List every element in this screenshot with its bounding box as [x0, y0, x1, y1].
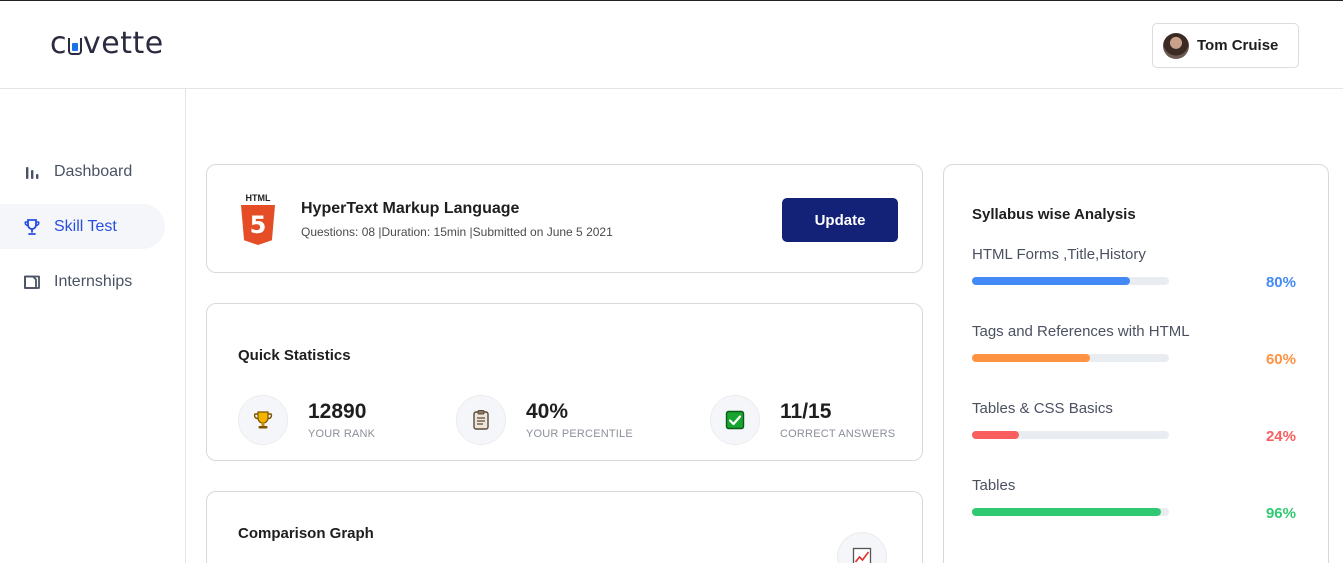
sidebar-item-dashboard[interactable]: Dashboard	[0, 149, 165, 194]
check-box-icon	[710, 395, 760, 445]
trophy-icon	[22, 217, 42, 237]
sidebar-item-skill-test[interactable]: Skill Test	[0, 204, 165, 249]
clipboard-icon	[456, 395, 506, 445]
syllabus-item-label: Tags and References with HTML	[972, 323, 1190, 340]
syllabus-item-percent: 60%	[1265, 351, 1296, 368]
stat-value: 40%	[526, 400, 569, 423]
logo-cup-icon	[68, 38, 82, 55]
sidebar: Dashboard Skill Test Internships	[0, 89, 186, 563]
html5-icon: HTML 5	[239, 193, 277, 245]
logo-text-end: vette	[83, 26, 164, 61]
syllabus-item-label: Tables	[972, 477, 1016, 494]
update-button[interactable]: Update	[782, 198, 898, 242]
stat-label: YOUR PERCENTILE	[526, 428, 633, 440]
test-title: HyperText Markup Language	[301, 200, 520, 217]
skill-test-card: HTML 5 HyperText Markup Language Questio…	[206, 164, 923, 273]
progress-fill	[972, 354, 1091, 362]
progress-track	[972, 277, 1169, 285]
stat-percentile: 40% YOUR PERCENTILE	[456, 395, 633, 445]
cuvette-logo[interactable]: c vette	[50, 26, 164, 61]
syllabus-item-label: HTML Forms ,Title,History	[972, 246, 1146, 263]
stat-value: 11/15	[780, 400, 832, 423]
stat-rank: 12890 YOUR RANK	[238, 395, 375, 445]
quick-statistics-card: Quick Statistics 12890 YOUR RANK 40% YOU…	[206, 303, 923, 461]
syllabus-item-percent: 96%	[1265, 505, 1296, 522]
syllabus-item: Tables & CSS Basics 24%	[972, 400, 1302, 445]
syllabus-item-percent: 80%	[1265, 274, 1296, 291]
syllabus-item-label: Tables & CSS Basics	[972, 400, 1113, 417]
progress-track	[972, 508, 1169, 516]
stat-correct-answers: 11/15 CORRECT ANSWERS	[710, 395, 895, 445]
syllabus-item-percent: 24%	[1265, 428, 1296, 445]
stat-label: CORRECT ANSWERS	[780, 428, 896, 440]
app-header: c vette Tom Cruise	[0, 1, 1343, 89]
test-meta: Questions: 08 |Duration: 15min |Submitte…	[301, 225, 613, 239]
chart-icon	[837, 532, 887, 563]
comparison-graph-card: Comparison Graph	[206, 491, 923, 563]
folder-icon	[22, 272, 42, 292]
progress-fill	[972, 277, 1130, 285]
logo-text-start: c	[50, 26, 67, 61]
syllabus-title: Syllabus wise Analysis	[972, 206, 1136, 223]
progress-track	[972, 431, 1169, 439]
progress-fill	[972, 508, 1162, 516]
html5-badge-label: HTML	[245, 193, 271, 203]
html5-shield: 5	[241, 205, 275, 245]
syllabus-item: Tables 96%	[972, 477, 1302, 522]
trophy-icon	[238, 395, 288, 445]
progress-fill	[972, 431, 1020, 439]
sidebar-item-label: Internships	[54, 272, 133, 290]
stat-value: 12890	[308, 400, 367, 423]
progress-track	[972, 354, 1169, 362]
sidebar-item-internships[interactable]: Internships	[0, 259, 165, 304]
bar-chart-icon	[22, 162, 42, 182]
sidebar-item-label: Skill Test	[54, 217, 117, 235]
sidebar-item-label: Dashboard	[54, 162, 133, 180]
comparison-graph-title: Comparison Graph	[238, 525, 374, 542]
stat-label: YOUR RANK	[308, 428, 376, 440]
syllabus-item: Tags and References with HTML 60%	[972, 323, 1302, 368]
quick-statistics-title: Quick Statistics	[238, 347, 351, 364]
user-name: Tom Cruise	[1197, 37, 1279, 54]
syllabus-analysis-card: Syllabus wise Analysis HTML Forms ,Title…	[943, 164, 1329, 563]
user-profile-button[interactable]: Tom Cruise	[1152, 23, 1299, 68]
syllabus-item: HTML Forms ,Title,History 80%	[972, 246, 1302, 291]
avatar	[1163, 32, 1189, 59]
